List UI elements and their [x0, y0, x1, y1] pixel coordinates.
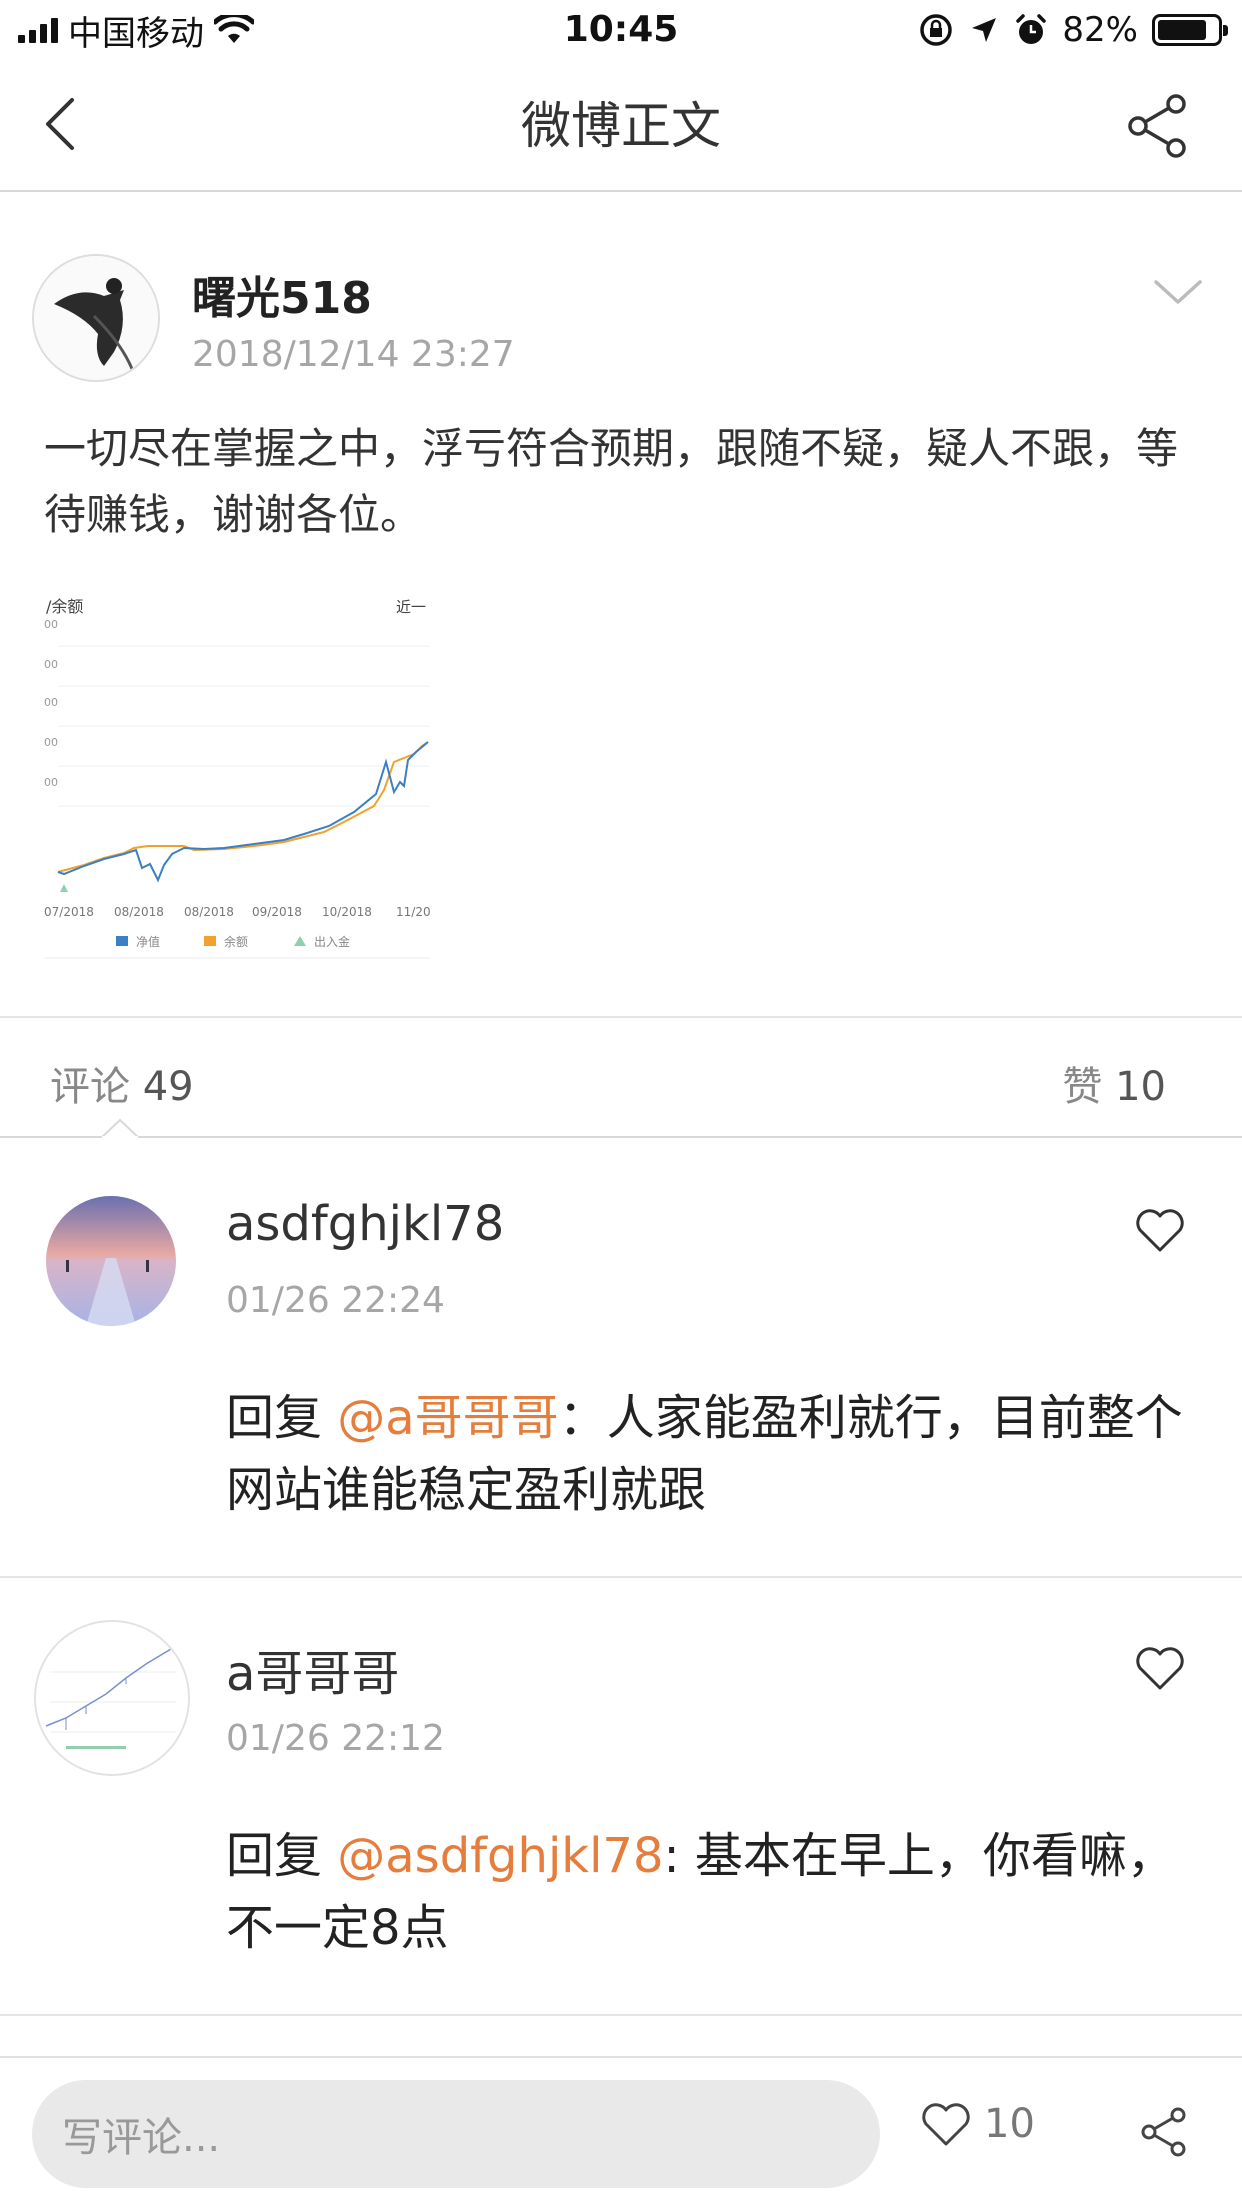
chart-xtick-label: 11/20	[396, 905, 430, 919]
share-icon[interactable]	[1138, 2106, 1190, 2158]
mention-link[interactable]: @a哥哥哥	[337, 1390, 558, 1446]
battery-percent: 82%	[1062, 10, 1138, 50]
commenter-avatar[interactable]	[46, 1196, 176, 1326]
bottom-like-button[interactable]: 10	[920, 2100, 1035, 2148]
heart-icon	[922, 2103, 970, 2146]
chart-xtick-label: 09/2018	[252, 905, 302, 919]
chart-ytick-label: 00	[44, 658, 58, 671]
orientation-lock-icon	[920, 14, 953, 46]
mention-link[interactable]: @asdfghjkl78	[337, 1828, 663, 1884]
comment-item: asdfghjkl78 01/26 22:24 回复 @a哥哥哥：人家能盈利就行…	[0, 1140, 1242, 1576]
comment-item: a哥哥哥 01/26 22:12 回复 @asdfghjkl78: 基本在早上，…	[0, 1578, 1242, 2014]
author-name[interactable]: 曙光518	[192, 262, 372, 326]
reply-prefix: 回复	[226, 1390, 338, 1446]
comment-text: 回复 @a哥哥哥：人家能盈利就行，目前整个网站谁能稳定盈利就跟	[226, 1382, 1196, 1526]
post: 曙光518 2018/12/14 23:27 一切尽在掌握之中，浮亏符合预期，跟…	[0, 194, 1242, 1016]
chart-corner-label: 近一	[396, 598, 426, 616]
chart-ytick-label: 00	[44, 776, 58, 789]
share-icon[interactable]	[1124, 92, 1192, 160]
commenter-name[interactable]: asdfghjkl78	[226, 1196, 504, 1252]
chevron-down-icon[interactable]	[1150, 272, 1206, 312]
page-title: 微博正文	[521, 97, 721, 155]
comment-text: 回复 @asdfghjkl78: 基本在早上，你看嘛，不一定8点	[226, 1820, 1196, 1964]
tab-comments-count: 49	[142, 1064, 194, 1110]
tabs-underline	[0, 1136, 1242, 1138]
tab-likes[interactable]: 赞 10	[1062, 1054, 1166, 1112]
chart-xtick-label: 10/2018	[322, 905, 372, 919]
comment-time: 01/26 22:24	[226, 1280, 445, 1321]
heart-icon[interactable]	[1134, 1206, 1186, 1254]
comment-time: 01/26 22:12	[226, 1718, 445, 1759]
comment-tabs: 评论 49 赞 10	[0, 1018, 1242, 1138]
avatar-image	[46, 1196, 176, 1326]
chart-ytick-label: 00	[44, 696, 58, 709]
nav-bar: 微博正文	[0, 62, 1242, 192]
heart-icon[interactable]	[1134, 1644, 1186, 1692]
chart-legend-label: 出入金	[314, 934, 350, 949]
chart-xtick-label: 07/2018	[44, 905, 94, 919]
post-time: 2018/12/14 23:27	[192, 334, 515, 375]
commenter-name[interactable]: a哥哥哥	[226, 1634, 399, 1704]
chart-xtick-label: 08/2018	[184, 905, 234, 919]
chart-title: /余额	[46, 597, 83, 616]
location-icon	[972, 18, 997, 42]
reply-prefix: 回复	[226, 1828, 338, 1884]
status-bar: 中国移动 10:45 82%	[0, 0, 1242, 62]
post-text: 一切尽在掌握之中，浮亏符合预期，跟随不疑，疑人不跟，等待赚钱，谢谢各位。	[44, 424, 1179, 539]
chart-ytick-label: 00	[44, 736, 58, 749]
bottom-like-count: 10	[984, 2101, 1035, 2147]
commenter-avatar[interactable]	[34, 1620, 190, 1776]
tab-comments[interactable]: 评论 49	[50, 1054, 194, 1112]
chart-legend-swatch	[116, 936, 128, 946]
tab-indicator-caret	[102, 1118, 138, 1138]
chart-legend-label: 余额	[224, 934, 248, 949]
post-chart-image[interactable]: /余额 近一 00 00 00 00 00 07/2018 08/2018 08/2018 0…	[44, 582, 430, 972]
chart-ytick-label: 00	[44, 618, 58, 631]
avatar-image	[34, 256, 158, 380]
comment-divider	[0, 2014, 1242, 2016]
comment-input[interactable]: 写评论...	[32, 2080, 880, 2188]
tab-likes-label: 赞	[1062, 1064, 1103, 1110]
chart-legend-swatch	[204, 936, 216, 946]
chart-legend-label: 净值	[136, 934, 160, 949]
avatar-image	[36, 1622, 188, 1774]
chart-xtick-label: 08/2018	[114, 905, 164, 919]
author-avatar[interactable]	[32, 254, 160, 382]
tab-comments-label: 评论	[50, 1064, 130, 1110]
battery-icon	[1152, 14, 1228, 46]
tab-likes-count: 10	[1115, 1064, 1166, 1110]
status-right: 82%	[918, 8, 1228, 52]
bottom-bar: 写评论... 10	[0, 2056, 1242, 2208]
alarm-icon	[1016, 14, 1047, 44]
